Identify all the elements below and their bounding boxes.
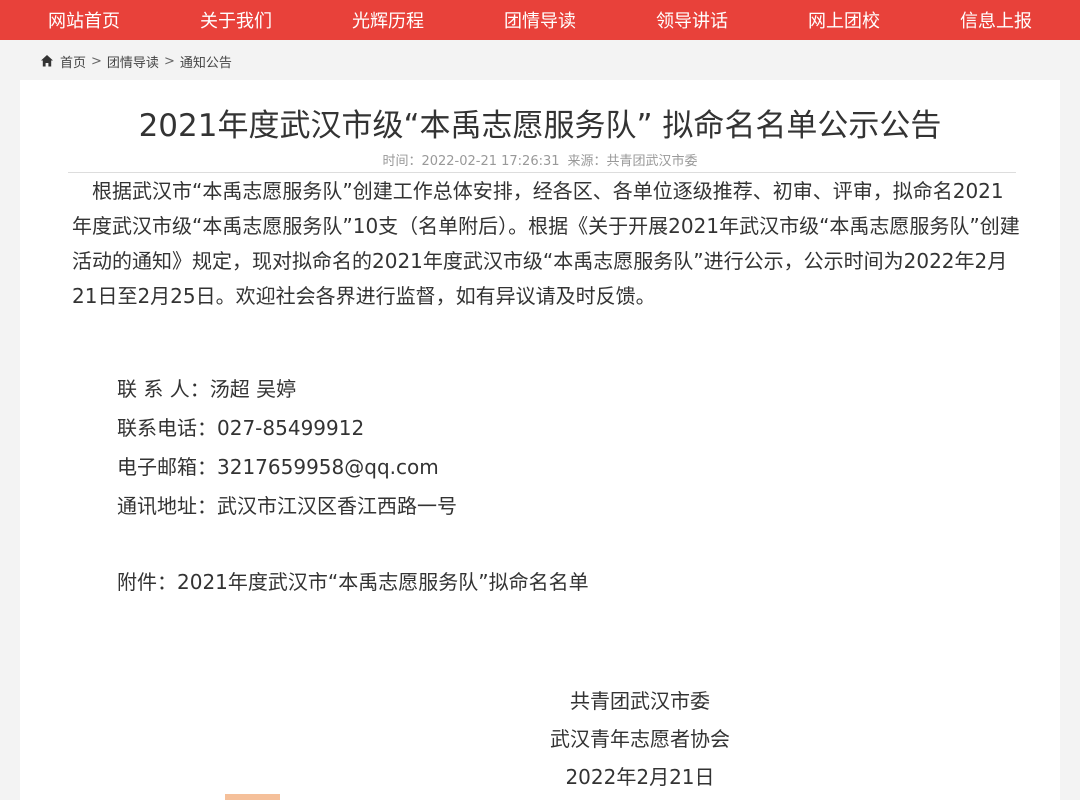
nav-item-league-news[interactable]: 团情导读 [504, 7, 576, 33]
breadcrumb-separator: > [163, 53, 175, 69]
breadcrumb-separator: > [91, 53, 102, 69]
attachment-link[interactable]: 附件：2021年度武汉市“本禹志愿服务队”拟命名名单 [117, 566, 589, 595]
contact-email: 电子邮箱：3217659958@qq.com [117, 455, 439, 479]
top-navigation-bar: 网站首页 关于我们 光辉历程 团情导读 领导讲话 网上团校 信息上报 [0, 0, 1080, 40]
article-body: 根据武汉市“本禹志愿服务队”创建工作总体安排，经各区、各单位逐级推荐、初审、评审… [72, 179, 1020, 308]
bottom-tab-edge [225, 794, 280, 800]
nav-item-history[interactable]: 光辉历程 [352, 7, 424, 33]
nav-item-about[interactable]: 关于我们 [200, 7, 272, 33]
home-icon [41, 55, 53, 67]
signature-org: 共青团武汉市委 [570, 689, 710, 713]
contact-person: 联 系 人：汤超 吴婷 [117, 377, 297, 401]
nav-item-online-school[interactable]: 网上团校 [808, 7, 880, 33]
contact-info: 联 系 人：汤超 吴婷 联系电话：027-85499912 电子邮箱：32176… [117, 372, 817, 528]
meta-source: 共青团武汉市委 [606, 154, 698, 169]
nav-item-leader-speeches[interactable]: 领导讲话 [656, 7, 728, 33]
meta-source-label: 来源： [567, 154, 607, 169]
article-meta: 时间：2022-02-21 17:26:31 来源：共青团武汉市委 [0, 150, 1080, 169]
breadcrumb-home-link[interactable]: 首页 [60, 52, 86, 71]
signature-association: 武汉青年志愿者协会 [550, 727, 730, 751]
nav-item-report[interactable]: 信息上报 [960, 7, 1032, 33]
breadcrumb: 首页 > 团情导读 > 通知公告 [40, 50, 232, 72]
breadcrumb-current-link[interactable]: 通知公告 [180, 52, 232, 71]
meta-time-label: 时间： [382, 154, 422, 169]
meta-time: 2022-02-21 17:26:31 [421, 154, 560, 169]
title-divider [68, 172, 1016, 173]
breadcrumb-section-link[interactable]: 团情导读 [107, 52, 159, 71]
contact-address: 通讯地址：武汉市江汉区香江西路一号 [117, 494, 457, 518]
nav-item-home[interactable]: 网站首页 [48, 7, 120, 33]
article-title: 2021年度武汉市级“本禹志愿服务队” 拟命名名单公示公告 [138, 108, 942, 144]
signature-block: 共青团武汉市委 武汉青年志愿者协会 2022年2月21日 [520, 684, 760, 798]
signature-date: 2022年2月21日 [565, 765, 715, 789]
contact-phone: 联系电话：027-85499912 [117, 416, 365, 440]
